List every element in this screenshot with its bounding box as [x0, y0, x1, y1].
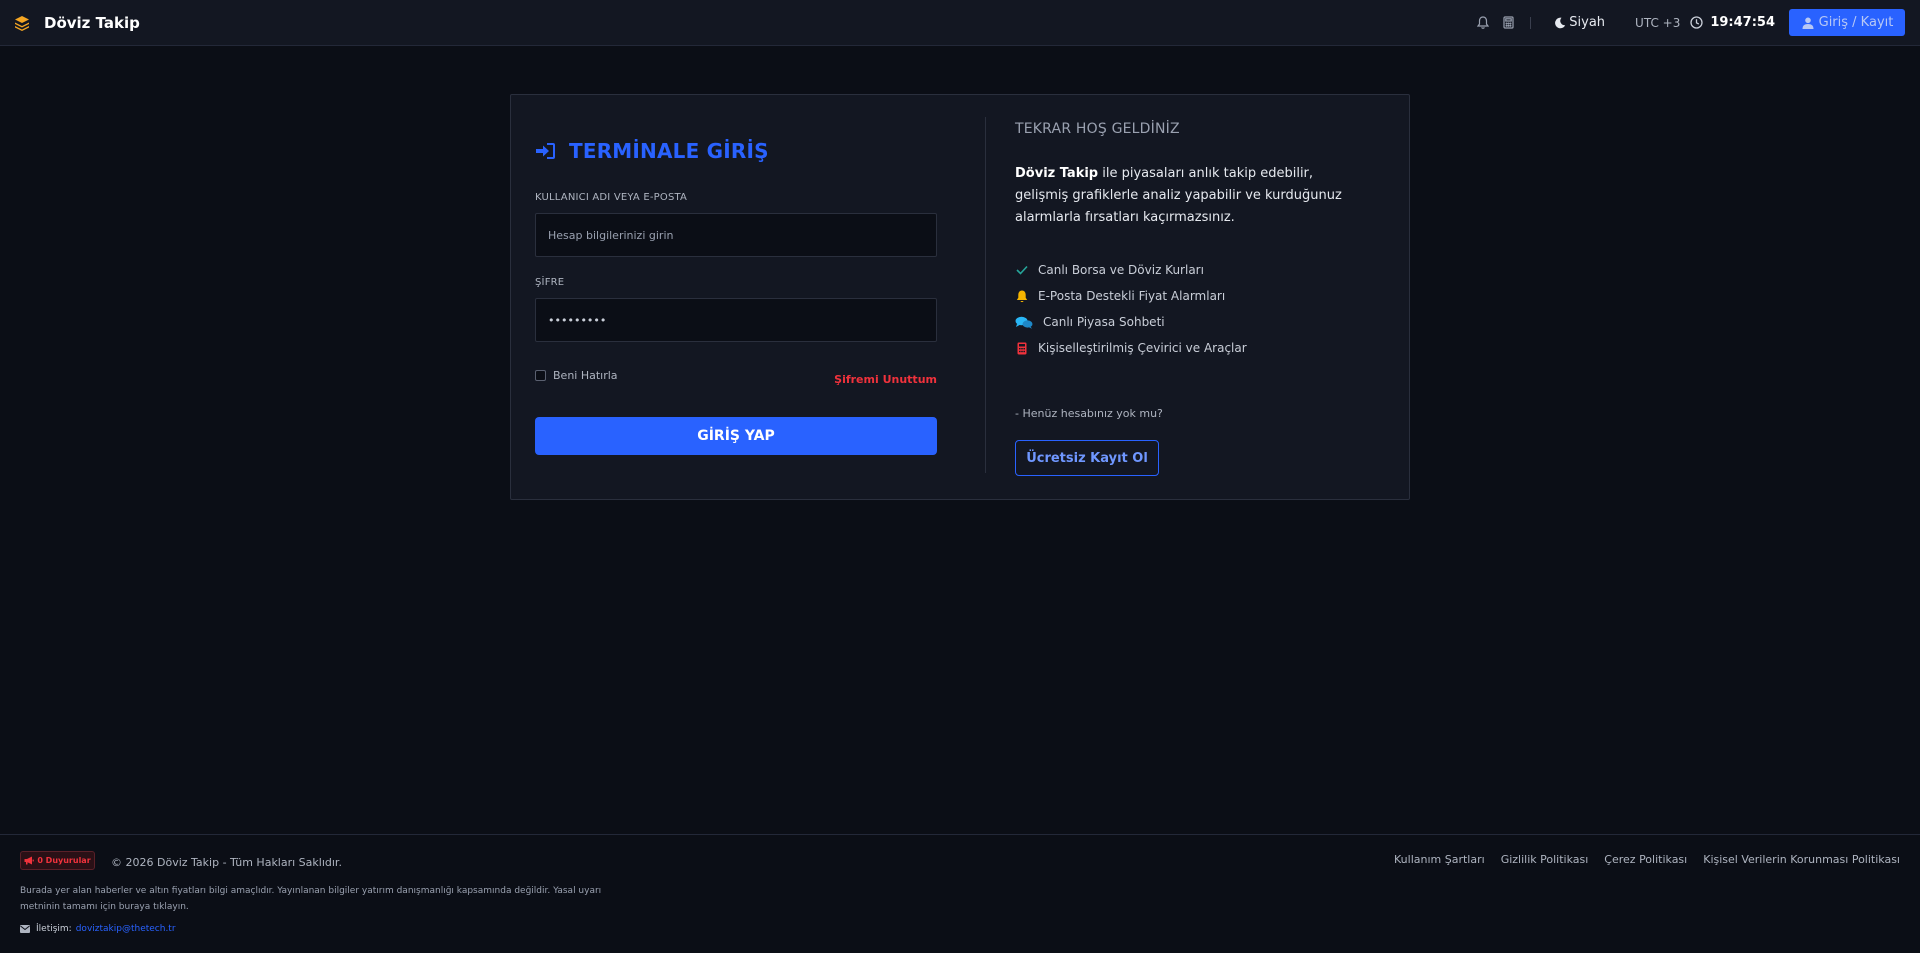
check-icon	[1015, 263, 1029, 277]
brand-link[interactable]: Döviz Takip	[14, 13, 140, 33]
feature-item: Kişiselleştirilmiş Çevirici ve Araçlar	[1015, 335, 1247, 361]
contact-email-link[interactable]: doviztakip@thetech.tr	[76, 924, 176, 934]
feature-item: E-Posta Destekli Fiyat Alarmları	[1015, 283, 1247, 309]
navbar-divider	[1530, 16, 1532, 29]
remember-me[interactable]: Beni Hatırla	[535, 369, 618, 382]
clock-icon	[1688, 15, 1704, 31]
login-card: TERMİNALE GİRİŞ KULLANICI ADI VEYA E-POS…	[510, 94, 1410, 500]
welcome-heading: TEKRAR HOŞ GELDİNİZ	[1015, 121, 1180, 137]
layers-logo-icon	[14, 13, 34, 33]
moon-icon	[1553, 15, 1567, 31]
notifications-bell-icon[interactable]	[1475, 15, 1491, 31]
login-register-button[interactable]: Giriş / Kayıt	[1789, 9, 1905, 36]
contact-info: İletişim: doviztakip@thetech.tr	[20, 924, 176, 934]
footer-links: Kullanım Şartları Gizlilik Politikası Çe…	[1378, 853, 1900, 866]
register-button[interactable]: Ücretsiz Kayıt Ol	[1015, 440, 1159, 476]
feature-item: Canlı Borsa ve Döviz Kurları	[1015, 257, 1247, 283]
card-divider	[985, 117, 986, 473]
bell-icon	[1015, 289, 1029, 303]
cookie-link[interactable]: Çerez Politikası	[1604, 853, 1687, 866]
theme-label: Siyah	[1569, 15, 1606, 30]
feature-list: Canlı Borsa ve Döviz Kurları E-Posta Des…	[1015, 257, 1247, 361]
announcements-badge[interactable]: 0 Duyurular	[20, 851, 95, 870]
contact-label: İletişim:	[36, 924, 72, 934]
timezone-label: UTC +3	[1635, 15, 1681, 30]
chat-icon	[1015, 315, 1033, 329]
password-input[interactable]	[535, 298, 937, 342]
envelope-icon	[20, 924, 30, 934]
calculator-icon	[1015, 341, 1029, 355]
megaphone-icon	[24, 856, 35, 866]
feature-label: Canlı Piyasa Sohbeti	[1043, 315, 1165, 329]
user-icon	[1801, 15, 1815, 31]
feature-label: Kişiselleştirilmiş Çevirici ve Araçlar	[1038, 341, 1247, 355]
remember-me-checkbox[interactable]	[535, 370, 546, 381]
privacy-link[interactable]: Gizlilik Politikası	[1501, 853, 1589, 866]
feature-item: Canlı Piyasa Sohbeti	[1015, 309, 1247, 335]
login-title: TERMİNALE GİRİŞ	[535, 139, 769, 163]
login-submit-button[interactable]: GİRİŞ YAP	[535, 417, 937, 455]
no-account-text: - Henüz hesabınız yok mu?	[1015, 407, 1163, 420]
password-label: ŞİFRE	[535, 277, 565, 288]
theme-toggle[interactable]: Siyah	[1553, 15, 1605, 31]
remember-me-label: Beni Hatırla	[553, 369, 618, 382]
feature-label: E-Posta Destekli Fiyat Alarmları	[1038, 289, 1226, 303]
clock-time: 19:47:54	[1710, 15, 1775, 30]
announcements-label: 0 Duyurular	[37, 856, 91, 865]
footer: 0 Duyurular © 2026 Döviz Takip - Tüm Hak…	[0, 834, 1920, 953]
login-title-text: TERMİNALE GİRİŞ	[569, 139, 769, 163]
username-label: KULLANICI ADI VEYA E-POSTA	[535, 192, 688, 203]
kvkk-link[interactable]: Kişisel Verilerin Korunması Politikası	[1703, 853, 1900, 866]
terms-link[interactable]: Kullanım Şartları	[1394, 853, 1485, 866]
login-register-label: Giriş / Kayıt	[1818, 15, 1894, 30]
brand-name: Döviz Takip	[44, 13, 140, 32]
copyright-text: © 2026 Döviz Takip - Tüm Hakları Saklıdı…	[111, 856, 342, 869]
legal-disclaimer[interactable]: Burada yer alan haberler ve altın fiyatl…	[20, 883, 620, 915]
feature-label: Canlı Borsa ve Döviz Kurları	[1038, 263, 1204, 277]
sign-in-icon	[535, 140, 557, 162]
welcome-description: Döviz Takip ile piyasaları anlık takip e…	[1015, 163, 1365, 229]
top-navbar: Döviz Takip Siyah UTC +3 19:47:54 Giriş …	[0, 0, 1920, 46]
forgot-password-link[interactable]: Şifremi Unuttum	[834, 373, 937, 386]
welcome-brand: Döviz Takip	[1015, 166, 1099, 181]
calculator-icon[interactable]	[1500, 15, 1516, 31]
username-input[interactable]	[535, 213, 937, 257]
